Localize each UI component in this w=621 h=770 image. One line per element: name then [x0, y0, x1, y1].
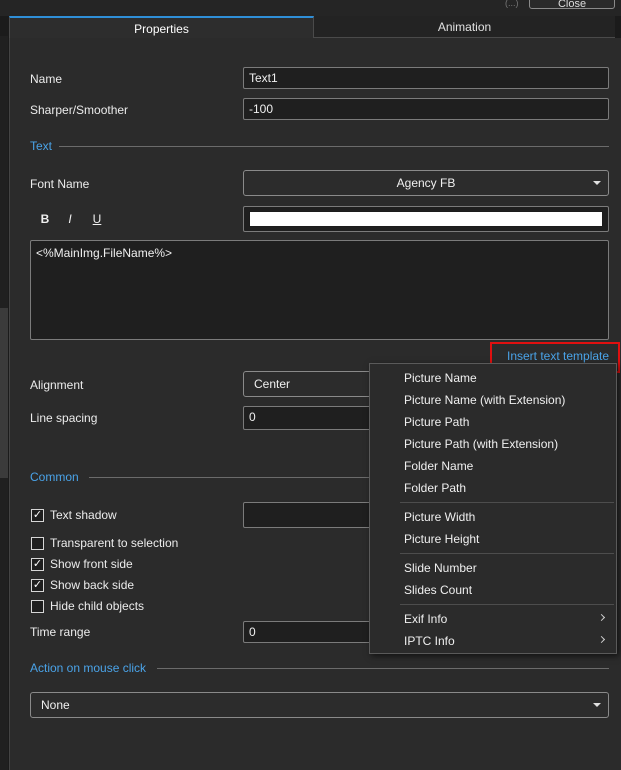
font-name-label: Font Name [30, 177, 90, 191]
time-range-label: Time range [30, 625, 91, 639]
menu-separator [400, 604, 614, 605]
text-content: <%MainImg.FileName%> [36, 246, 173, 260]
menu-item-iptc-info[interactable]: IPTC Info [370, 630, 616, 652]
menu-item-exif-info[interactable]: Exif Info [370, 608, 616, 630]
underline-button[interactable]: U [90, 212, 104, 226]
text-shadow-checkbox[interactable]: ✓ [31, 509, 44, 522]
tab-properties[interactable]: Properties [9, 16, 314, 38]
bold-button[interactable]: B [38, 212, 52, 226]
font-name-value: Agency FB [396, 176, 456, 190]
time-range-input[interactable]: 0 [243, 621, 373, 643]
menu-item-folder-name[interactable]: Folder Name [370, 455, 616, 477]
text-section-divider [59, 146, 609, 147]
menu-item-picture-path[interactable]: Picture Path [370, 411, 616, 433]
menu-item-picture-name[interactable]: Picture Name [370, 367, 616, 389]
font-name-combo[interactable]: Agency FB [243, 170, 609, 196]
menu-item-slide-number[interactable]: Slide Number [370, 557, 616, 579]
common-section-title: Common [30, 470, 79, 484]
chevron-right-icon [597, 635, 606, 644]
name-input[interactable]: Text1 [243, 67, 609, 89]
text-section-title: Text [30, 139, 53, 153]
chevron-down-icon [593, 181, 601, 185]
left-scroll-thumb[interactable] [0, 308, 8, 478]
action-section-title: Action on mouse click [30, 661, 147, 675]
menu-item-picture-height[interactable]: Picture Height [370, 528, 616, 550]
exif-info-label: Exif Info [404, 612, 448, 626]
top-strip [0, 0, 621, 16]
insert-template-menu: Picture Name Picture Name (with Extensio… [369, 363, 617, 654]
chevron-right-icon [597, 613, 606, 622]
show-front-side-label: Show front side [50, 557, 133, 571]
menu-item-picture-path-ext[interactable]: Picture Path (with Extension) [370, 433, 616, 455]
show-back-side-checkbox[interactable]: ✓ [31, 579, 44, 592]
insert-text-template-link[interactable]: Insert text template [507, 349, 609, 363]
show-back-side-label: Show back side [50, 578, 135, 592]
action-section-divider [157, 668, 609, 669]
menu-item-picture-name-ext[interactable]: Picture Name (with Extension) [370, 389, 616, 411]
alignment-value: Center [254, 377, 291, 391]
hide-child-objects-label: Hide child objects [50, 599, 145, 613]
text-content-area[interactable]: <%MainImg.FileName%> [30, 240, 609, 340]
line-spacing-input[interactable]: 0 [243, 406, 373, 430]
shadow-settings-field[interactable] [243, 502, 373, 528]
sharper-input[interactable]: -100 [243, 98, 609, 120]
mouse-action-combo[interactable]: None [30, 692, 609, 718]
menu-separator [400, 502, 614, 503]
close-button[interactable]: Close [529, 0, 615, 10]
sharper-label: Sharper/Smoother [30, 103, 129, 117]
menu-item-slides-count[interactable]: Slides Count [370, 579, 616, 601]
text-shadow-label: Text shadow [50, 508, 117, 522]
menu-item-folder-path[interactable]: Folder Path [370, 477, 616, 499]
transparent-selection-checkbox[interactable] [31, 537, 44, 550]
transparent-selection-label: Transparent to selection [50, 536, 179, 550]
name-label: Name [30, 72, 63, 86]
hide-child-objects-checkbox[interactable] [31, 600, 44, 613]
italic-button[interactable]: I [63, 212, 77, 226]
menu-separator [400, 553, 614, 554]
text-color-field[interactable] [243, 206, 609, 232]
common-section-divider [89, 477, 371, 478]
menu-item-picture-width[interactable]: Picture Width [370, 506, 616, 528]
top-dots: (...) [505, 0, 519, 8]
show-front-side-checkbox[interactable]: ✓ [31, 558, 44, 571]
line-spacing-label: Line spacing [30, 411, 98, 425]
alignment-combo[interactable]: Center [243, 371, 373, 397]
chevron-down-icon [593, 703, 601, 707]
tab-animation[interactable]: Animation [314, 16, 615, 38]
mouse-action-value: None [41, 698, 70, 712]
text-color-swatch [249, 211, 603, 227]
iptc-info-label: IPTC Info [404, 634, 455, 648]
alignment-label: Alignment [30, 378, 84, 392]
